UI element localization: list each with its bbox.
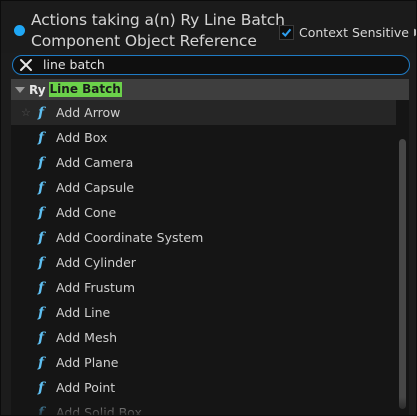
category-highlighted-match: Line Batch (48, 82, 122, 97)
menu-header: Actions taking a(n) Ry Line Batch Compon… (1, 1, 416, 53)
function-icon: f (38, 404, 45, 416)
function-icon: f (38, 304, 45, 321)
function-icon: f (38, 354, 45, 371)
action-item-label: Add Line (56, 305, 111, 320)
function-icon: f (38, 129, 45, 146)
action-item-label: Add Camera (56, 155, 134, 170)
favorite-star-icon[interactable]: ☆ (21, 106, 31, 119)
action-item[interactable]: ☆ f Add Frustum (11, 275, 396, 300)
category-row[interactable]: Ry Line Batch (11, 79, 409, 100)
context-dot-icon (14, 25, 25, 36)
search-input[interactable] (43, 56, 383, 73)
function-icon: f (38, 279, 45, 296)
context-sensitive-toggle[interactable]: Context Sensitive ▶ (279, 22, 416, 42)
action-item[interactable]: ☆ f Add Arrow (11, 100, 396, 125)
chevron-down-icon[interactable] (15, 86, 25, 93)
action-item[interactable]: ☆ f Add Cylinder (11, 250, 396, 275)
action-item-label: Add Coordinate System (56, 230, 204, 245)
context-sensitive-checkbox[interactable] (279, 24, 294, 40)
function-icon: f (38, 254, 45, 271)
function-icon: f (38, 379, 45, 396)
function-icon: f (38, 229, 45, 246)
function-icon: f (38, 204, 45, 221)
action-item-label: Add Mesh (56, 330, 118, 345)
action-item[interactable]: ☆ f Add Line (11, 300, 396, 325)
action-item[interactable]: ☆ f Add Plane (11, 350, 396, 375)
action-list: Ry Line Batch ☆ f Add Arrow ☆ f Add Box … (11, 79, 409, 416)
action-item-label: Add Frustum (56, 280, 136, 295)
menu-title: Actions taking a(n) Ry Line Batch Compon… (31, 10, 285, 52)
action-item[interactable]: ☆ f Add Cone (11, 200, 396, 225)
action-item[interactable]: ☆ f Add Coordinate System (11, 225, 396, 250)
checkmark-icon (281, 28, 292, 37)
function-icon: f (38, 179, 45, 196)
action-item-label: Add Box (56, 130, 108, 145)
action-item-label: Add Plane (56, 355, 119, 370)
category-prefix: Ry (29, 82, 46, 97)
function-icon: f (38, 104, 45, 121)
function-icon: f (38, 329, 45, 346)
function-icon: f (38, 154, 45, 171)
action-item[interactable]: ☆ f Add Capsule (11, 175, 396, 200)
action-item[interactable]: ☆ f Add Solid Box (11, 400, 396, 416)
context-sensitive-label: Context Sensitive (299, 24, 409, 40)
action-item-label: Add Cone (56, 205, 117, 220)
action-item[interactable]: ☆ f Add Box (11, 125, 396, 150)
action-item[interactable]: ☆ f Add Mesh (11, 325, 396, 350)
action-item-label: Add Cylinder (56, 255, 136, 270)
search-box (12, 55, 410, 75)
action-item[interactable]: ☆ f Add Point (11, 375, 396, 400)
action-item-label: Add Capsule (56, 180, 135, 195)
menu-title-line2: Component Object Reference (31, 32, 257, 50)
action-menu-panel: Actions taking a(n) Ry Line Batch Compon… (0, 0, 417, 416)
clear-search-icon[interactable] (19, 58, 33, 72)
action-item-label: Add Solid Box (56, 405, 142, 416)
action-item[interactable]: ☆ f Add Camera (11, 150, 396, 175)
scrollbar-thumb[interactable] (399, 139, 406, 409)
action-item-label: Add Arrow (56, 105, 121, 120)
action-item-label: Add Point (56, 380, 116, 395)
menu-title-line1: Actions taking a(n) Ry Line Batch (31, 11, 285, 29)
